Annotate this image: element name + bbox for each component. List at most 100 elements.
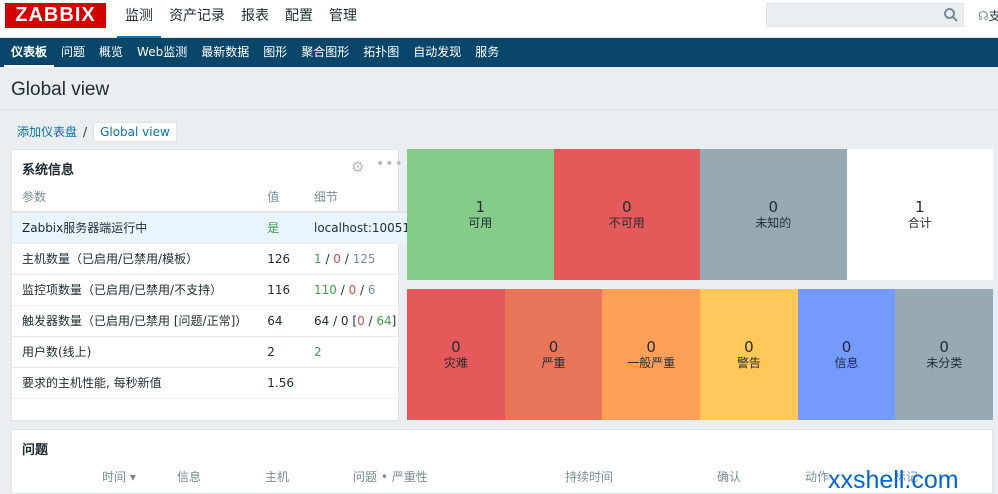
param-cell: 触发器数量（已启用/已禁用 [问题/正常]） xyxy=(12,305,258,337)
host-unknown-tile[interactable]: 0 未知的 xyxy=(700,149,847,280)
detail-cell: 1 / 0 / 125 xyxy=(303,243,421,275)
column-header: 参数 xyxy=(12,181,258,213)
detail-cell xyxy=(303,367,421,399)
headset-icon: ☊ xyxy=(978,9,989,23)
severity-not-classified-tile[interactable]: 0 未分类 xyxy=(895,289,994,420)
tile-label: 未分类 xyxy=(926,355,963,370)
tile-label: 合计 xyxy=(907,215,932,230)
column-header: 值 xyxy=(257,181,304,213)
param-cell: 要求的主机性能, 每秒新值 xyxy=(12,367,258,399)
severity-disaster-tile[interactable]: 0 灾难 xyxy=(407,289,505,420)
tile-label: 不可用 xyxy=(608,215,645,230)
column-time[interactable]: 时间 ▾ xyxy=(102,468,136,485)
tile-label: 未知的 xyxy=(755,215,792,230)
menu-monitoring[interactable]: 监测 xyxy=(117,0,161,38)
value-cell: 126 xyxy=(257,243,304,275)
breadcrumb: 添加仪表盘 / Global view xyxy=(17,121,177,142)
severity-average-tile[interactable]: 0 一般严重 xyxy=(602,289,701,420)
column-host: 主机 xyxy=(265,470,290,484)
menu-configuration[interactable]: 配置 xyxy=(277,0,321,38)
support-link[interactable]: ☊支 xyxy=(978,7,998,24)
system-info-table: 参数 值 细节 Zabbix服务器端运行中 是 localhost:10051 … xyxy=(12,181,421,399)
problems-by-severity-widget: 0 灾难 0 严重 0 一般严重 0 警告 0 信息 0 未分类 xyxy=(407,289,994,420)
table-row: 触发器数量（已启用/已禁用 [问题/正常]） 64 64 / 0 [0 / 64… xyxy=(12,305,421,337)
value-cell: 是 xyxy=(257,212,304,244)
tile-label: 严重 xyxy=(541,355,566,370)
column-info: 信息 xyxy=(177,470,202,484)
tile-count: 0 xyxy=(451,337,461,356)
column-duration: 持续时间 xyxy=(565,470,614,484)
breadcrumb-separator: / xyxy=(83,124,88,139)
zabbix-logo[interactable]: ZABBIX xyxy=(5,3,106,28)
host-availability-widget: 1 可用 0 不可用 0 未知的 1 合计 xyxy=(407,149,993,280)
tile-count: 0 xyxy=(841,337,852,356)
detail-cell: 64 / 0 [0 / 64] xyxy=(303,305,421,337)
search-input[interactable] xyxy=(766,3,964,27)
tile-count: 0 xyxy=(768,197,779,216)
system-info-widget: 系统信息 ⚙ ••• 参数 值 细节 Zabbix服务器端运行中 是 local… xyxy=(11,149,421,421)
more-options-icon[interactable]: ••• xyxy=(376,156,404,172)
severity-info-tile[interactable]: 0 信息 xyxy=(797,289,896,420)
tile-count: 0 xyxy=(621,197,632,216)
tile-count: 0 xyxy=(548,337,559,356)
sub-menu: 仪表板 问题 概览 Web监测 最新数据 图形 聚合图形 拓扑图 自动发现 服务 xyxy=(0,38,998,67)
host-total-tile[interactable]: 1 合计 xyxy=(846,149,993,280)
divider xyxy=(0,109,998,110)
detail-cell: 2 xyxy=(303,336,421,368)
param-cell: 主机数量（已启用/已禁用/模板） xyxy=(12,243,258,275)
tab-web[interactable]: Web监测 xyxy=(130,38,194,67)
menu-inventory[interactable]: 资产记录 xyxy=(161,0,233,38)
tab-graphs[interactable]: 图形 xyxy=(256,38,294,67)
value-cell: 116 xyxy=(257,274,304,306)
table-row: 要求的主机性能, 每秒新值 1.56 xyxy=(12,367,421,399)
menu-reports[interactable]: 报表 xyxy=(233,0,277,38)
widget-title: 问题 xyxy=(22,443,49,458)
search-icon[interactable] xyxy=(943,7,959,23)
tile-count: 0 xyxy=(744,337,754,356)
tab-services[interactable]: 服务 xyxy=(468,38,506,67)
host-available-tile[interactable]: 1 可用 xyxy=(407,149,554,280)
value-cell: 64 xyxy=(257,305,304,337)
tab-discovery[interactable]: 自动发现 xyxy=(406,38,468,67)
tile-label: 可用 xyxy=(468,215,493,230)
detail-cell: 110 / 0 / 6 xyxy=(303,274,421,306)
tab-screens[interactable]: 聚合图形 xyxy=(294,38,356,67)
gear-icon[interactable]: ⚙ xyxy=(351,158,364,176)
column-actions: 动作 xyxy=(805,470,830,484)
breadcrumb-add-dashboard[interactable]: 添加仪表盘 xyxy=(17,123,77,140)
main-menu: 监测 资产记录 报表 配置 管理 xyxy=(117,0,365,38)
watermark-text: xxshell.com xyxy=(828,466,959,494)
param-cell: Zabbix服务器端运行中 xyxy=(12,212,258,244)
page-title: Global view xyxy=(11,79,110,100)
column-header: 细节 xyxy=(303,181,421,213)
tab-latest-data[interactable]: 最新数据 xyxy=(194,38,256,67)
table-row: 主机数量（已启用/已禁用/模板） 126 1 / 0 / 125 xyxy=(12,243,421,275)
table-row: Zabbix服务器端运行中 是 localhost:10051 xyxy=(12,212,421,244)
tab-dashboard[interactable]: 仪表板 xyxy=(4,38,55,67)
column-ack: 确认 xyxy=(717,470,742,484)
value-cell: 2 xyxy=(257,336,304,368)
top-header: ZABBIX 监测 资产记录 报表 配置 管理 ☊支 xyxy=(0,0,998,38)
tile-label: 一般严重 xyxy=(627,355,676,370)
param-cell: 监控项数量（已启用/已禁用/不支持） xyxy=(12,274,258,306)
tab-overview[interactable]: 概览 xyxy=(92,38,130,67)
breadcrumb-current[interactable]: Global view xyxy=(93,121,177,142)
tile-count: 0 xyxy=(939,337,949,356)
tile-label: 灾难 xyxy=(443,355,468,370)
tile-label: 警告 xyxy=(736,355,761,370)
tile-label: 信息 xyxy=(834,355,859,370)
param-cell: 用户数(线上) xyxy=(12,336,258,368)
tab-problems[interactable]: 问题 xyxy=(54,38,92,67)
severity-warning-tile[interactable]: 0 警告 xyxy=(700,289,798,420)
tile-count: 1 xyxy=(914,197,925,216)
column-problem-severity: 问题 • 严重性 xyxy=(353,470,428,484)
value-cell: 1.56 xyxy=(257,367,304,399)
tab-maps[interactable]: 拓扑图 xyxy=(356,38,406,67)
severity-high-tile[interactable]: 0 严重 xyxy=(504,289,603,420)
table-header: 参数 值 细节 xyxy=(12,181,421,213)
host-unavailable-tile[interactable]: 0 不可用 xyxy=(553,149,700,280)
detail-cell: localhost:10051 xyxy=(303,212,421,244)
menu-administration[interactable]: 管理 xyxy=(321,0,365,38)
tile-count: 0 xyxy=(646,337,656,356)
table-row: 用户数(线上) 2 2 xyxy=(12,336,421,368)
